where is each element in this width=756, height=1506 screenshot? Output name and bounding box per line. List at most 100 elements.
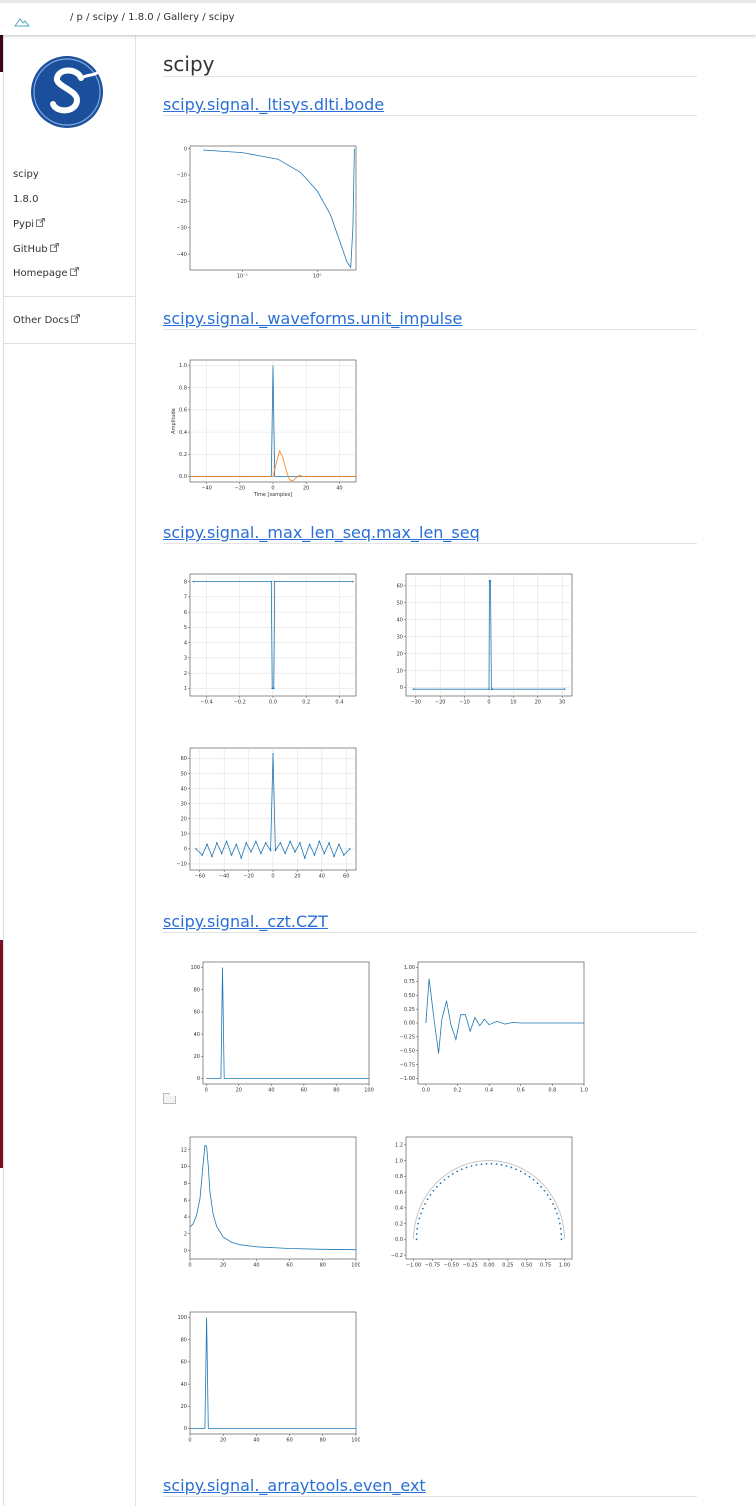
section-link-bode[interactable]: scipy.signal._ltisys.dlti.bode xyxy=(163,95,384,114)
section-link-unit-impulse[interactable]: scipy.signal._waveforms.unit_impulse xyxy=(163,309,462,328)
sidebar-item-homepage[interactable]: Homepage xyxy=(13,267,79,279)
data-point xyxy=(225,840,228,843)
y-tick-label: 0.25 xyxy=(404,1007,415,1013)
y-tick-label: 30 xyxy=(181,801,187,807)
data-point xyxy=(351,580,354,583)
figure-mls-2[interactable]: 0 10 20 30 40 50 60 −30 −20 −10 0 10 20 30 xyxy=(390,572,580,708)
data-point xyxy=(460,1168,463,1171)
sidebar-item-scipy[interactable]: scipy xyxy=(13,169,39,180)
home-logo-icon[interactable] xyxy=(14,12,31,31)
x-tick-label: 0.0 xyxy=(422,1088,430,1094)
figure-unit-impulse[interactable]: 0.0 0.2 0.4 0.6 0.8 1.0 −40 −20 0 20 40 Time [sampl… xyxy=(170,357,360,499)
section-link-czt[interactable]: scipy.signal._czt.CZT xyxy=(163,912,328,931)
y-tick-label: 100 xyxy=(190,965,200,971)
data-point xyxy=(273,687,275,690)
x-axis-label: Time [samples] xyxy=(253,492,293,498)
y-tick-label: −0.75 xyxy=(400,1062,415,1068)
y-tick-label: 100 xyxy=(177,1315,187,1321)
breadcrumb-root[interactable]: / p xyxy=(70,12,83,23)
x-tick-label: 20 xyxy=(220,1438,226,1444)
y-tick-label: −0.25 xyxy=(400,1035,415,1041)
figure-bode[interactable]: 0 −10 −20 −30 −40 10⁻¹ 10⁰ xyxy=(170,143,360,281)
data-point xyxy=(259,852,262,855)
sidebar-divider xyxy=(3,343,135,344)
data-point xyxy=(489,579,492,582)
data-point xyxy=(559,1227,562,1230)
breadcrumb-item-version[interactable]: 1.8.0 xyxy=(128,12,153,23)
x-tick-label: 1.00 xyxy=(559,1263,570,1269)
x-tick-label: 60 xyxy=(286,1263,292,1269)
breadcrumb-sep: / xyxy=(156,12,161,23)
figure-czt-5[interactable]: 0 20 40 60 80 100 0 20 40 60 80 100 xyxy=(170,1310,360,1446)
x-tick-label: 80 xyxy=(320,1263,326,1269)
y-tick-label: 0.2 xyxy=(179,452,187,458)
x-tick-label: 0.8 xyxy=(548,1088,556,1094)
x-tick-label: 20 xyxy=(220,1263,226,1269)
data-point xyxy=(447,1175,450,1178)
breadcrumb-item-gallery[interactable]: Gallery xyxy=(163,12,199,23)
sidebar-item-pypi[interactable]: Pypi xyxy=(13,218,45,230)
y-tick-label: 1.00 xyxy=(404,965,415,971)
x-tick-label: 80 xyxy=(320,1438,326,1444)
x-tick-label: 60 xyxy=(286,1438,292,1444)
breadcrumb-item-package[interactable]: scipy xyxy=(93,12,119,23)
y-tick-label: 0.6 xyxy=(395,1190,403,1196)
y-tick-label: 0 xyxy=(184,1248,187,1254)
x-tick-label: 10⁻¹ xyxy=(237,274,248,280)
y-tick-label: −10 xyxy=(176,173,187,179)
y-tick-label: 2 xyxy=(184,1231,187,1237)
data-point xyxy=(456,1170,459,1173)
section-link-max-len-seq[interactable]: scipy.signal._max_len_seq.max_len_seq xyxy=(163,523,480,542)
data-point xyxy=(490,1162,493,1165)
y-tick-label: 0 xyxy=(184,1426,187,1432)
data-point xyxy=(415,1233,418,1235)
x-tick-label: −0.50 xyxy=(444,1263,459,1269)
y-tick-label: 0 xyxy=(400,685,403,691)
chart-czt-1: 0 20 40 60 80 100 0 20 40 60 80 100 xyxy=(190,961,374,1094)
y-tick-label: 0.4 xyxy=(395,1206,403,1212)
x-tick-label: 100 xyxy=(364,1088,374,1094)
data-point xyxy=(424,1202,426,1205)
y-tick-label: 60 xyxy=(194,1010,200,1016)
figure-czt-3[interactable]: 0 2 4 6 8 10 12 0 20 40 60 80 100 xyxy=(170,1135,360,1271)
figure-mls-3[interactable]: −10 0 10 20 30 40 50 60 −60 −40 −20 0 20 40 60 xyxy=(170,746,360,882)
chart-mls-3: −10 0 10 20 30 40 50 60 −60 −40 −20 0 20 40 60 xyxy=(176,747,357,880)
sidebar-item-other-docs[interactable]: Other Docs xyxy=(13,314,81,326)
title-divider xyxy=(163,76,697,77)
y-tick-label: −1.00 xyxy=(400,1076,415,1082)
data-point xyxy=(528,1175,531,1178)
data-point xyxy=(421,1207,424,1210)
y-tick-label: 0.0 xyxy=(179,474,187,480)
x-tick-label: 0.2 xyxy=(302,700,310,706)
scipy-logo-icon[interactable] xyxy=(31,54,107,130)
y-tick-label: 20 xyxy=(181,816,187,822)
data-point xyxy=(294,851,296,853)
sidebar-item-version[interactable]: 1.8.0 xyxy=(13,194,38,205)
section-divider xyxy=(163,932,697,933)
figure-czt-2[interactable]: −1.00 −0.75 −0.50 −0.25 0.00 0.25 0.50 0.75 1.00… xyxy=(390,960,600,1096)
section-link-even-ext[interactable]: scipy.signal._arraytools.even_ext xyxy=(163,1476,426,1495)
data-point xyxy=(465,1166,468,1169)
sidebar-item-github[interactable]: GitHub xyxy=(13,243,59,255)
x-tick-label: 100 xyxy=(351,1263,360,1269)
figure-czt-1[interactable]: 0 20 40 60 80 100 0 20 40 60 80 100 xyxy=(170,960,380,1096)
x-tick-label: 1.0 xyxy=(580,1088,588,1094)
y-tick-label: 20 xyxy=(194,1054,200,1060)
section-divider xyxy=(163,543,697,544)
y-tick-label: 40 xyxy=(181,786,187,792)
chart-mls-1: 1 2 3 4 5 6 7 8 −0.4 −0.2 0.0 0.2 0.4 xyxy=(184,573,357,706)
data-point xyxy=(540,1185,543,1188)
x-tick-label: 40 xyxy=(319,874,325,880)
chart-czt-3: 0 2 4 6 8 10 12 0 20 40 60 80 100 xyxy=(181,1136,360,1269)
x-tick-label: −40 xyxy=(219,874,230,880)
y-tick-label: 0 xyxy=(184,847,187,853)
x-tick-label: 0 xyxy=(205,1088,208,1094)
sidebar-item-label: scipy xyxy=(13,169,39,180)
top-bar: / p / scipy / 1.8.0 / Gallery / scipy xyxy=(0,0,756,35)
data-point xyxy=(560,1233,563,1235)
x-tick-label: 0.2 xyxy=(454,1088,462,1094)
data-point xyxy=(250,851,252,853)
figure-czt-4[interactable]: −0.2 0.0 0.2 0.4 0.6 0.8 1.0 1.2 −1.00 −0.75 −0.50… xyxy=(390,1135,580,1271)
data-point xyxy=(524,1172,527,1175)
figure-mls-1[interactable]: 1 2 3 4 5 6 7 8 −0.4 −0.2 0.0 0.2 0.4 xyxy=(170,572,360,708)
